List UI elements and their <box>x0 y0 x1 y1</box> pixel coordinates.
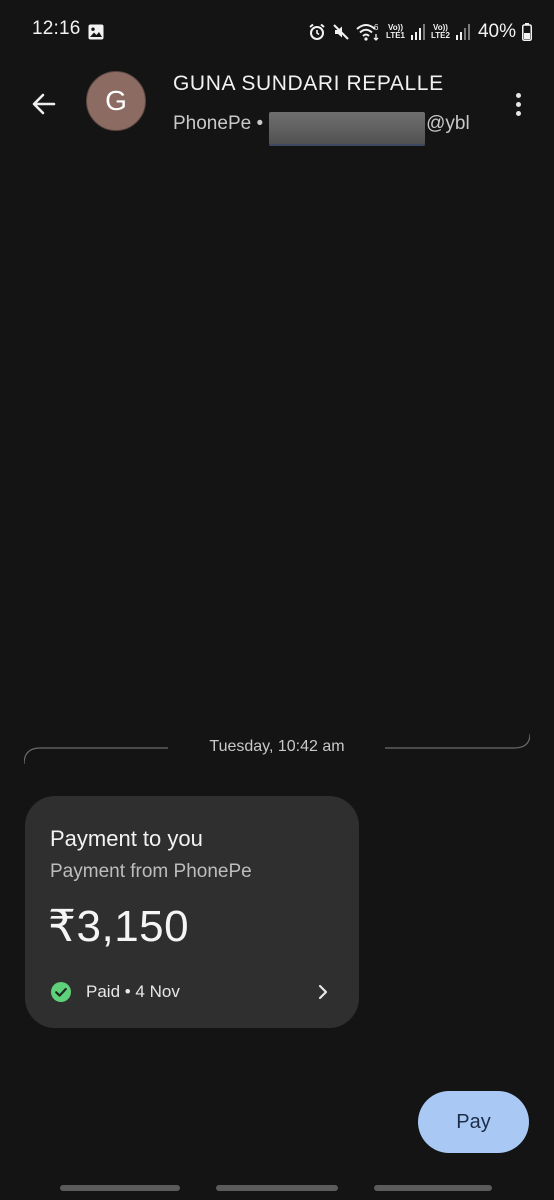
redacted-upi-id <box>269 112 426 146</box>
date-label: Tuesday, 10:42 am <box>209 738 345 755</box>
nav-home-handle[interactable] <box>216 1185 338 1191</box>
conversation-header: G GUNA SUNDARI REPALLE PhonePe • @ybl <box>0 64 554 146</box>
network-1-tag: Vo)) LTE1 <box>386 24 405 40</box>
payment-status: Paid • 4 Nov <box>50 981 180 1003</box>
contact-upi-line: PhonePe • @ybl <box>173 107 470 146</box>
gallery-notification-icon <box>88 24 104 40</box>
avatar-letter: G <box>105 85 127 116</box>
payment-card[interactable]: Payment to you Payment from PhonePe ₹3,1… <box>25 796 359 1028</box>
back-arrow-icon <box>32 93 56 115</box>
contact-app-name: PhonePe • <box>173 113 264 134</box>
nav-back-handle[interactable] <box>374 1185 492 1191</box>
more-dot-icon <box>515 101 521 107</box>
wifi-icon: 6 <box>356 23 379 41</box>
signal-1-icon <box>411 24 425 40</box>
network-2-lte: LTE2 <box>431 31 450 40</box>
system-nav-bar <box>0 1170 554 1200</box>
wifi-6-label: 6 <box>374 23 379 32</box>
payment-subtitle: Payment from PhonePe <box>50 861 252 882</box>
date-divider: Tuesday, 10:42 am <box>24 734 530 764</box>
battery-percent: 40% <box>477 21 516 42</box>
chevron-right-icon <box>318 984 328 1000</box>
more-dot-icon <box>515 110 521 116</box>
signal-2-icon <box>455 24 470 40</box>
alarm-icon <box>309 23 325 40</box>
more-options-button[interactable] <box>504 82 532 126</box>
battery-icon <box>522 23 532 41</box>
network-1-lte: LTE1 <box>386 31 405 40</box>
nav-recents-handle[interactable] <box>60 1185 180 1191</box>
back-button[interactable] <box>22 82 66 126</box>
upi-handle-suffix: @ybl <box>426 113 470 134</box>
more-dot-icon <box>515 92 521 98</box>
status-icons: 6 Vo)) LTE1 Vo)) LTE2 40% <box>308 18 532 46</box>
status-time: 12:16 <box>32 18 81 39</box>
status-bar: 12:16 6 Vo)) LTE1 Vo)) LTE2 40% <box>0 0 554 64</box>
contact-avatar[interactable]: G <box>86 71 146 131</box>
contact-name: GUNA SUNDARI REPALLE <box>173 72 444 95</box>
network-2-tag: Vo)) LTE2 <box>431 24 450 40</box>
payment-title: Payment to you <box>50 826 203 851</box>
pay-button-label: Pay <box>456 1110 491 1133</box>
pay-button[interactable]: Pay <box>418 1091 529 1153</box>
payment-amount: ₹3,150 <box>48 902 190 951</box>
check-circle-icon <box>51 982 71 1002</box>
mute-icon <box>333 24 349 40</box>
payment-status-text: Paid • 4 Nov <box>86 982 180 1001</box>
